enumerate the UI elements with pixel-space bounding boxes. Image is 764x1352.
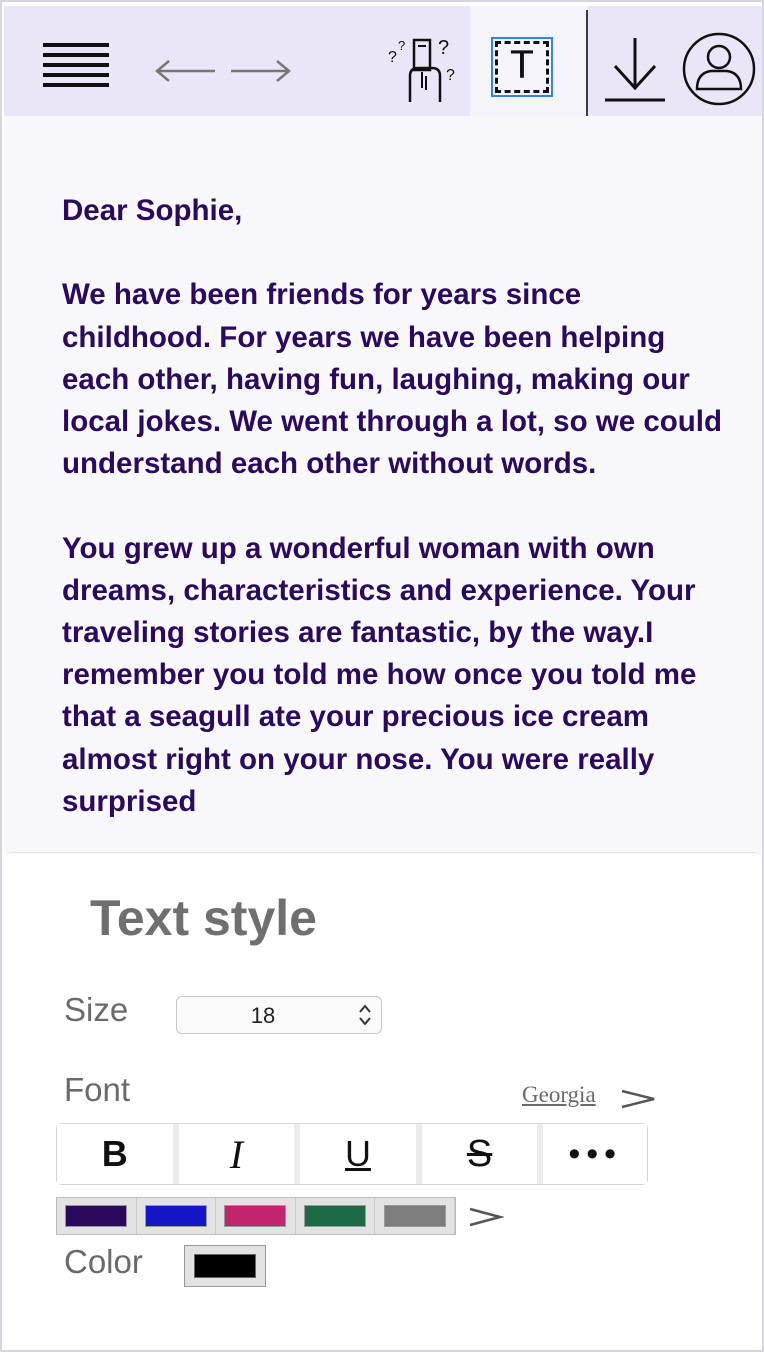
chevron-right-icon[interactable] (618, 1085, 658, 1113)
strikethrough-button[interactable]: S (421, 1124, 538, 1184)
font-label: Font (64, 1071, 131, 1108)
size-select[interactable]: 18 (176, 996, 382, 1034)
svg-text:?: ? (446, 67, 455, 84)
document-text[interactable]: Dear Sophie, We have been friends for ye… (62, 190, 732, 854)
help-button[interactable]: ? ? ? ? (384, 30, 464, 106)
back-arrow-icon (155, 60, 215, 82)
current-color-fill (194, 1254, 256, 1278)
download-button[interactable] (600, 32, 670, 106)
color-label: Color (64, 1243, 143, 1280)
text-style-button[interactable]: T (488, 34, 556, 100)
back-button[interactable] (150, 46, 220, 96)
color-swatch-blue[interactable] (137, 1198, 217, 1234)
paragraph-greeting: Dear Sophie, (62, 194, 243, 227)
text-style-icon: T (491, 37, 553, 97)
svg-text:?: ? (438, 37, 449, 59)
svg-text:?: ? (388, 49, 397, 66)
current-color-picker[interactable] (184, 1245, 266, 1287)
color-swatch-magenta[interactable] (216, 1198, 296, 1234)
swatch-fill (144, 1205, 207, 1227)
font-value-link[interactable]: Georgia (522, 1082, 596, 1108)
color-swatch-purple[interactable] (57, 1198, 137, 1234)
top-toolbar: ? ? ? ? T (4, 6, 762, 116)
italic-button[interactable]: I (178, 1124, 295, 1184)
color-swatch-row (56, 1197, 456, 1235)
swatch-fill (65, 1205, 128, 1227)
help-icon: ? ? ? ? (388, 37, 455, 102)
underline-button[interactable]: U (300, 1124, 416, 1184)
menu-button[interactable] (38, 36, 114, 94)
menu-icon (43, 43, 109, 87)
size-label: Size (64, 991, 129, 1028)
swatch-fill (304, 1205, 367, 1227)
bold-button[interactable]: B (57, 1124, 173, 1184)
toolbar-divider (586, 10, 588, 116)
user-profile-icon (682, 32, 756, 106)
svg-text:?: ? (398, 38, 405, 53)
paragraph-2: You grew up a wonderful woman with own d… (62, 531, 697, 818)
size-value: 18 (250, 1003, 276, 1028)
document-area[interactable]: Dear Sophie, We have been friends for ye… (4, 116, 762, 854)
color-swatch-gray[interactable] (375, 1198, 455, 1234)
swatch-fill (224, 1205, 287, 1227)
paragraph-1: We have been friends for years since chi… (62, 278, 723, 481)
stepper-arrows-icon (359, 1004, 371, 1026)
forward-arrow-icon (231, 60, 291, 82)
format-toolbar: B I U S ••• (56, 1123, 648, 1185)
download-icon (605, 38, 665, 102)
profile-button[interactable] (680, 30, 758, 108)
panel-title: Text style (90, 890, 317, 946)
swatch-fill (383, 1205, 446, 1227)
more-colors-chevron-icon[interactable] (466, 1203, 504, 1231)
app-window: ? ? ? ? T Dear Sophie, We have been frie… (0, 0, 764, 1352)
more-options-button[interactable]: ••• (543, 1124, 648, 1184)
text-style-panel: Text style Size 18 Font Georgia B I U S … (4, 852, 762, 1350)
forward-button[interactable] (226, 46, 296, 96)
color-swatch-green[interactable] (296, 1198, 376, 1234)
